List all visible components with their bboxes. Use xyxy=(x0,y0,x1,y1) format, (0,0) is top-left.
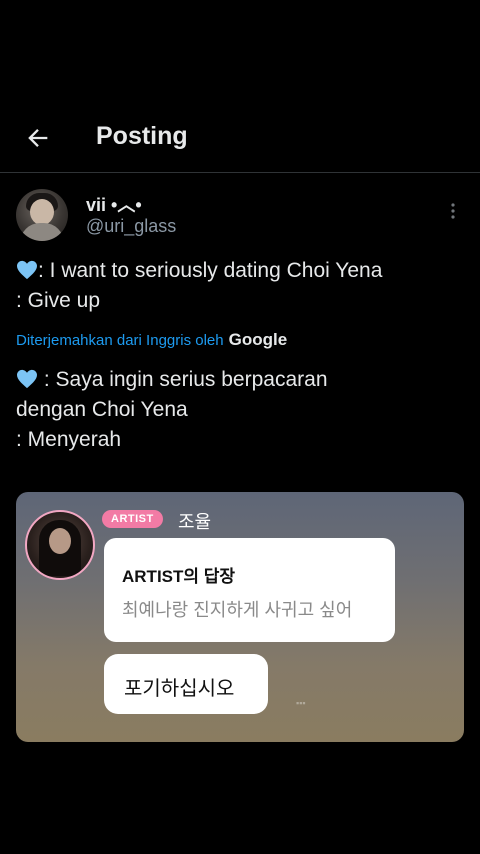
attached-image[interactable]: ARTIST 조율 ARTIST의 답장 최예나랑 진지하게 사귀고 싶어 포기… xyxy=(16,492,464,742)
tweet-text-translated: : Saya ingin serius berpacaran dengan Ch… xyxy=(16,365,466,455)
google-logo: Google xyxy=(228,330,288,349)
arrow-left-icon[interactable] xyxy=(24,124,52,152)
translated-text: : Saya ingin serius berpacaran dengan Ch… xyxy=(16,368,328,451)
page-title: Posting xyxy=(96,122,188,150)
blue-heart-icon xyxy=(17,260,37,280)
watermark: ▪▪▪ xyxy=(296,698,306,708)
artist-name: 조율 xyxy=(178,512,212,532)
artist-avatar xyxy=(25,510,95,580)
reply-quote: 최예나랑 진지하게 사귀고 싶어 xyxy=(122,600,353,620)
original-text: : I want to seriously dating Choi Yena :… xyxy=(16,259,383,312)
tweet-text-original: : I want to seriously dating Choi Yena :… xyxy=(16,256,466,316)
user-handle[interactable]: @uri_glass xyxy=(86,216,176,237)
more-vertical-icon[interactable] xyxy=(446,200,460,222)
blue-heart-icon xyxy=(17,369,37,389)
user-display-name[interactable]: vii •︿• xyxy=(86,191,142,217)
reply-bubble: ARTIST의 답장 최예나랑 진지하게 사귀고 싶어 xyxy=(104,538,395,642)
reply-title: ARTIST의 답장 xyxy=(122,567,236,586)
header-divider xyxy=(0,172,480,173)
top-bar: Posting xyxy=(0,108,480,172)
translation-attribution[interactable]: Diterjemahkan dari Inggris oleh Google xyxy=(16,330,287,350)
translation-label: Diterjemahkan dari Inggris oleh xyxy=(16,331,224,349)
answer-bubble: 포기하십시오 xyxy=(104,654,268,714)
avatar[interactable] xyxy=(16,189,68,241)
answer-text: 포기하십시오 xyxy=(124,678,235,700)
artist-badge: ARTIST xyxy=(102,510,163,528)
